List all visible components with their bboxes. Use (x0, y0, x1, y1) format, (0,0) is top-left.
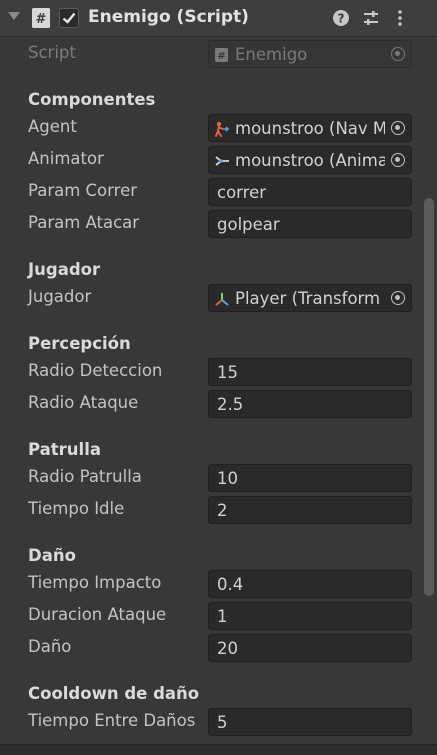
svg-text:#: # (217, 51, 225, 62)
dano-row: Daño 20 (0, 633, 437, 663)
object-picker-icon[interactable] (391, 153, 405, 167)
script-hash-icon: # (215, 48, 228, 62)
presets-icon[interactable] (362, 9, 380, 27)
enabled-checkbox[interactable] (59, 8, 79, 28)
radio-ataque-label: Radio Ataque (28, 393, 139, 412)
section-patrulla: Patrulla (28, 440, 102, 459)
jugador-row: Jugador Player (Transform (0, 283, 437, 313)
tiempo-entre-danos-input[interactable]: 5 (208, 708, 412, 736)
component-header: # Enemigo (Script) ? (0, 0, 437, 37)
radio-deteccion-input[interactable]: 15 (208, 358, 412, 386)
param-correr-row: Param Correr correr (0, 177, 437, 207)
duracion-ataque-label: Duracion Ataque (28, 605, 167, 624)
script-field: # Enemigo (208, 40, 412, 68)
tiempo-impacto-row: Tiempo Impacto 0.4 (0, 569, 437, 599)
section-dano: Daño (28, 546, 76, 565)
foldout-arrow-icon[interactable] (8, 12, 20, 20)
animator-label: Animator (28, 149, 104, 168)
tiempo-idle-input[interactable]: 2 (208, 496, 412, 524)
object-picker-icon (391, 47, 405, 61)
component-title[interactable]: Enemigo (Script) (88, 7, 249, 27)
section-cooldown: Cooldown de daño (28, 684, 200, 703)
param-correr-label: Param Correr (28, 181, 137, 200)
section-jugador: Jugador (28, 260, 101, 279)
transform-icon (215, 293, 229, 306)
animator-icon (215, 156, 229, 166)
object-picker-icon[interactable] (391, 121, 405, 135)
script-row: Script # Enemigo (0, 39, 437, 69)
animator-row: Animator mounstroo (Anima (0, 145, 437, 175)
tiempo-idle-row: Tiempo Idle 2 (0, 495, 437, 525)
duracion-ataque-input[interactable]: 1 (208, 602, 412, 630)
param-atacar-row: Param Atacar golpear (0, 209, 437, 239)
script-value: Enemigo (235, 45, 308, 64)
kebab-menu-icon[interactable] (391, 9, 409, 27)
agent-field[interactable]: mounstroo (Nav M (208, 114, 412, 142)
script-hash-icon: # (32, 8, 50, 28)
tiempo-impacto-label: Tiempo Impacto (28, 573, 162, 592)
radio-deteccion-label: Radio Deteccion (28, 361, 163, 380)
section-componentes: Componentes (28, 90, 156, 109)
checkmark-icon (62, 12, 76, 24)
svg-text:?: ? (338, 12, 345, 26)
jugador-label: Jugador (28, 287, 92, 306)
param-atacar-input[interactable]: golpear (208, 210, 412, 238)
animator-field[interactable]: mounstroo (Anima (208, 146, 412, 174)
help-icon[interactable]: ? (332, 9, 350, 27)
bottom-border (0, 744, 437, 755)
jugador-value: Player (Transform (235, 289, 381, 308)
duracion-ataque-row: Duracion Ataque 1 (0, 601, 437, 631)
radio-patrulla-label: Radio Patrulla (28, 467, 142, 486)
radio-ataque-row: Radio Ataque 2.5 (0, 389, 437, 419)
dano-label: Daño (28, 637, 72, 656)
animator-value: mounstroo (Anima (235, 151, 385, 170)
agent-row: Agent mounstroo (Nav M (0, 113, 437, 143)
svg-text:#: # (36, 12, 47, 27)
radio-patrulla-row: Radio Patrulla 10 (0, 463, 437, 493)
section-percepcion: Percepción (28, 334, 131, 353)
jugador-field[interactable]: Player (Transform (208, 284, 412, 312)
nav-mesh-agent-icon (215, 121, 230, 137)
param-correr-input[interactable]: correr (208, 178, 412, 206)
object-picker-icon[interactable] (391, 291, 405, 305)
tiempo-impacto-input[interactable]: 0.4 (208, 570, 412, 598)
vertical-scrollbar[interactable] (424, 198, 434, 596)
agent-label: Agent (28, 117, 77, 136)
agent-value: mounstroo (Nav M (235, 119, 385, 138)
param-atacar-label: Param Atacar (28, 213, 140, 232)
radio-deteccion-row: Radio Deteccion 15 (0, 357, 437, 387)
tiempo-idle-label: Tiempo Idle (28, 499, 125, 518)
script-label: Script (28, 43, 76, 62)
tiempo-entre-danos-row: Tiempo Entre Daños 5 (0, 707, 437, 737)
dano-input[interactable]: 20 (208, 634, 412, 662)
tiempo-entre-danos-label: Tiempo Entre Daños (28, 711, 196, 730)
radio-ataque-input[interactable]: 2.5 (208, 390, 412, 418)
radio-patrulla-input[interactable]: 10 (208, 464, 412, 492)
